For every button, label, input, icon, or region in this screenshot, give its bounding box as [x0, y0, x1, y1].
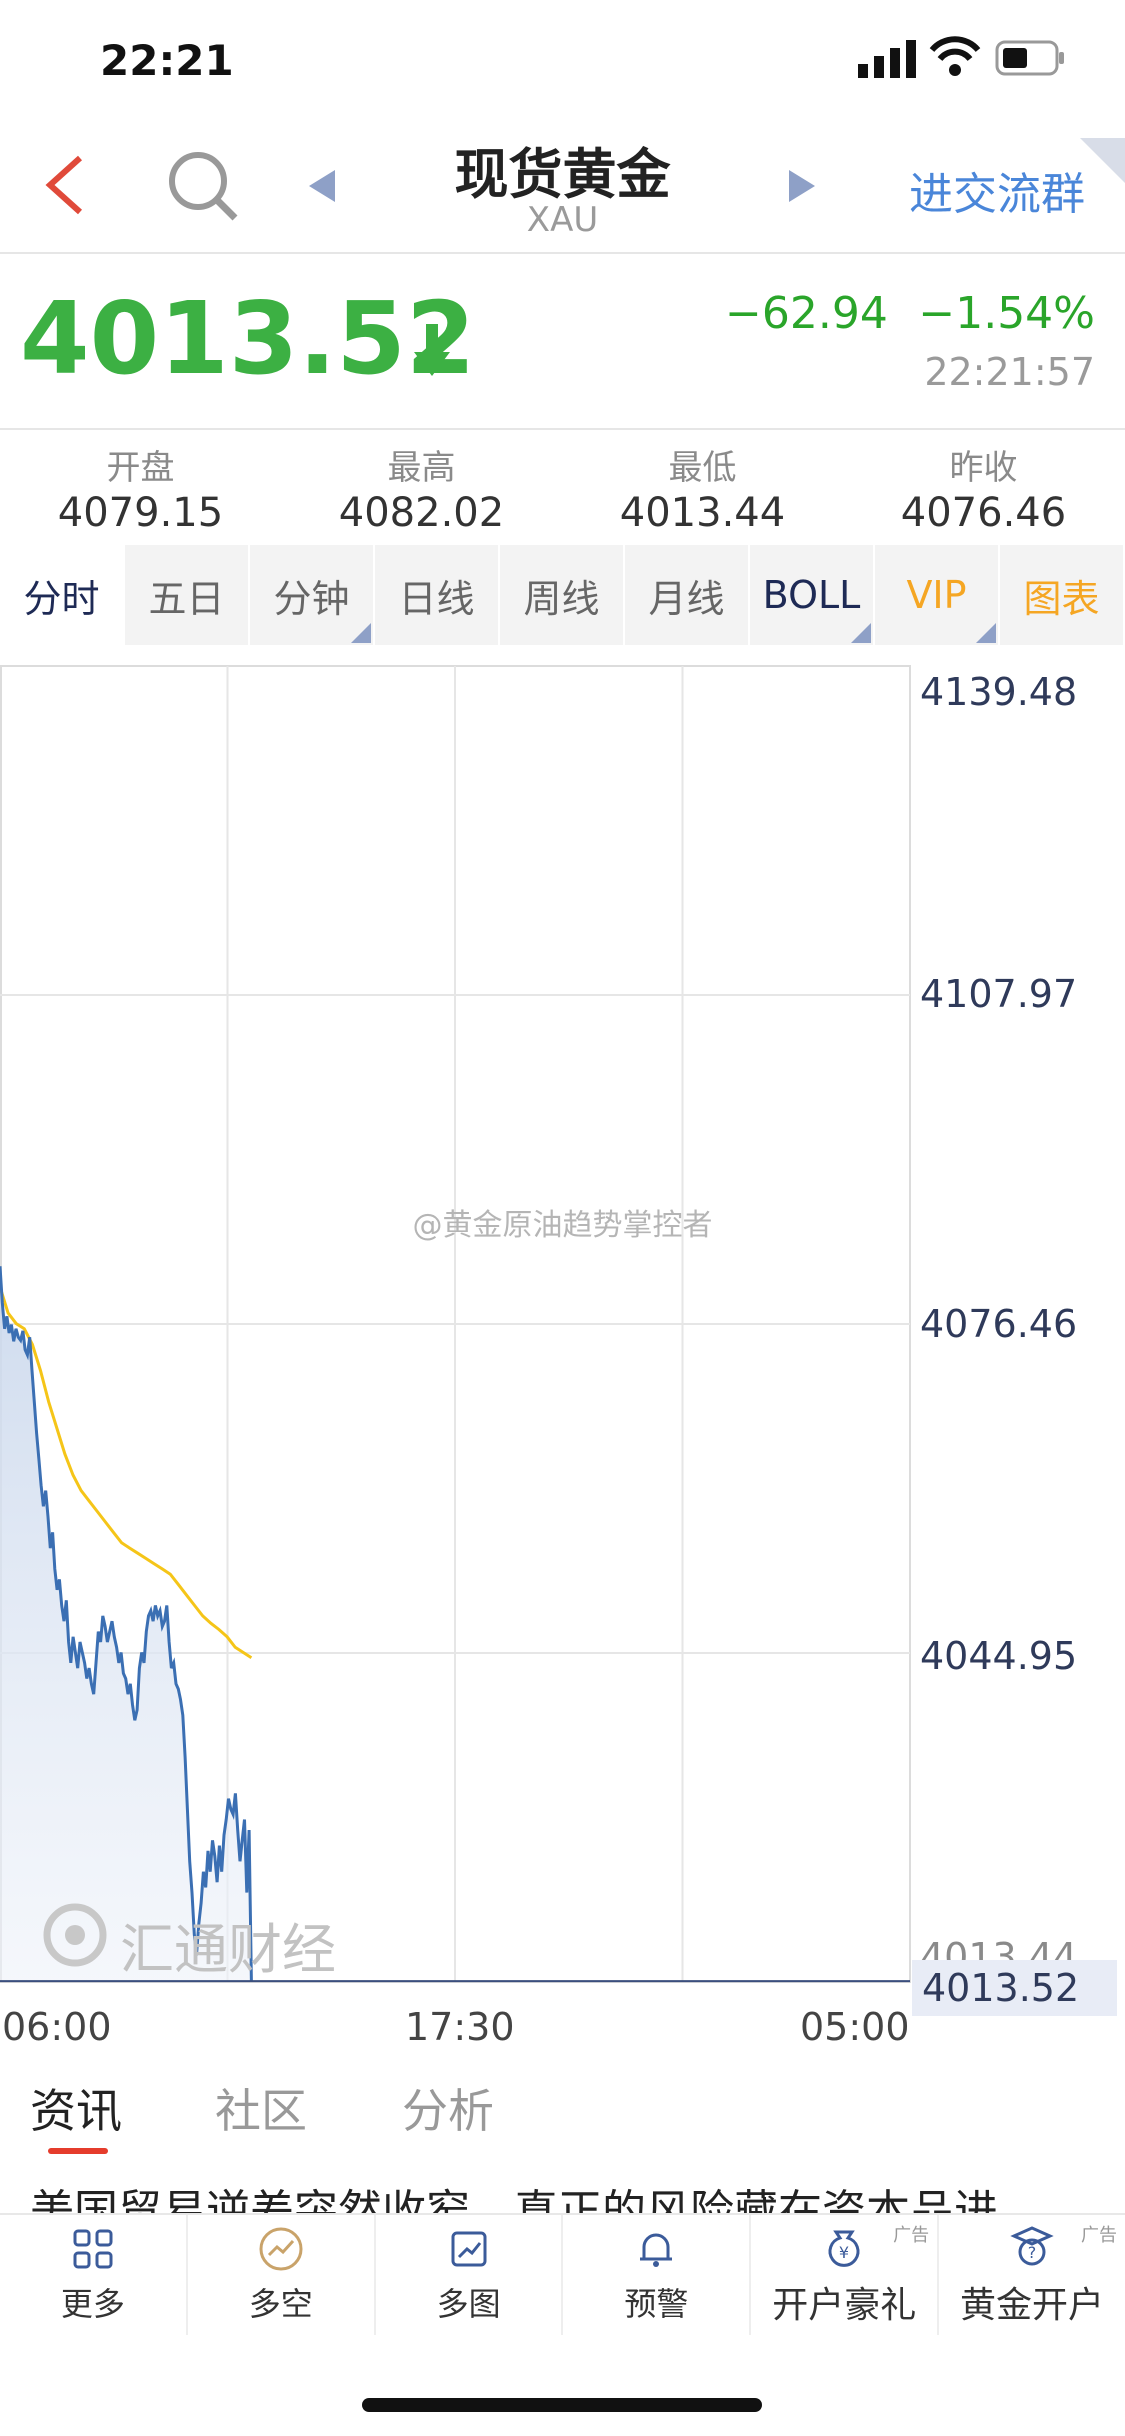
tab-label: 周线: [523, 576, 600, 621]
current-price: 4013.52: [20, 280, 476, 397]
chart-icon: [451, 2231, 487, 2267]
header-divider: [0, 252, 1125, 254]
tab-vip[interactable]: VIP: [875, 545, 1000, 645]
ad-badge: 广告: [893, 2225, 930, 2246]
chart-period-tabs: 分时 五日 分钟 日线 周线 月线 BOLL VIP 图表: [0, 545, 1125, 645]
stat-prev-close-value: 4076.46: [900, 490, 1067, 536]
dropdown-corner-icon: [976, 623, 996, 643]
price-change: −62.94: [725, 288, 888, 339]
bottom-label: 开户豪礼: [772, 2285, 917, 2326]
tab-daily[interactable]: 日线: [375, 545, 500, 645]
tab-weekly[interactable]: 周线: [500, 545, 625, 645]
bottom-gold-account-button[interactable]: 广告 ? 黄金开户: [939, 2215, 1125, 2335]
stat-high-label: 最高: [387, 448, 456, 488]
bottom-open-account-gift-button[interactable]: 广告 ¥ 开户豪礼: [751, 2215, 940, 2335]
grid-icon: [73, 2229, 113, 2269]
bottom-label: 预警: [624, 2285, 689, 2323]
bottom-multi-chart-button[interactable]: 多图: [376, 2215, 564, 2335]
money-bag-icon: ¥: [828, 2230, 860, 2267]
news-headline[interactable]: 美国贸易逆差突然收窄，真正的风险藏在资本品进: [30, 2175, 1100, 2215]
battery-icon: [995, 40, 1065, 80]
question-badge-icon: ?: [1010, 2226, 1054, 2266]
tab-label: 分钟: [273, 576, 350, 621]
quote-time: 22:21:57: [924, 350, 1095, 394]
stat-high-value: 4082.02: [338, 490, 505, 536]
y-tick-label: 4107.97: [920, 972, 1078, 1016]
tab-intraday[interactable]: 分时: [0, 545, 125, 645]
signal-icon: [858, 38, 920, 82]
svg-text:¥: ¥: [839, 2243, 849, 2262]
tab-label: 日线: [398, 576, 475, 621]
stat-prev-close-label: 昨收: [949, 448, 1018, 488]
active-tab-underline: [48, 2148, 108, 2154]
arrow-down-icon: [412, 322, 452, 382]
tab-label: 月线: [648, 576, 725, 621]
y-tick-label: 4044.95: [920, 1634, 1078, 1678]
tab-minute[interactable]: 分钟: [250, 545, 375, 645]
ad-badge: 广告: [1080, 2225, 1117, 2246]
next-symbol-button[interactable]: [785, 168, 819, 208]
tab-label: BOLL: [762, 573, 861, 617]
triangle-right-icon: [789, 170, 815, 202]
tab-community[interactable]: 社区: [215, 2075, 307, 2141]
bottom-label: 多空: [248, 2285, 313, 2323]
tab-five-day[interactable]: 五日: [125, 545, 250, 645]
x-tick-label: 17:30: [405, 2005, 515, 2049]
tab-analysis[interactable]: 分析: [402, 2075, 494, 2141]
brand-logo-icon: [40, 1900, 110, 1974]
tab-monthly[interactable]: 月线: [625, 545, 750, 645]
home-indicator: [362, 2398, 762, 2412]
bottom-label: 更多: [60, 2285, 125, 2323]
dropdown-corner-icon: [851, 623, 871, 643]
stat-low-label: 最低: [668, 448, 737, 488]
tab-boll[interactable]: BOLL: [750, 545, 875, 645]
bottom-more-button[interactable]: 更多: [0, 2215, 188, 2335]
stat-open-label: 开盘: [106, 448, 175, 488]
dropdown-corner-icon: [351, 623, 371, 643]
tab-label: VIP: [906, 573, 967, 617]
status-time: 22:21: [100, 36, 234, 85]
bottom-label: 多图: [436, 2285, 501, 2323]
bottom-alert-button[interactable]: 预警: [563, 2215, 752, 2335]
weibo-watermark: @黄金原油趋势掌控者: [412, 1208, 713, 1243]
join-group-link[interactable]: 进交流群: [909, 158, 1085, 222]
bottom-long-short-button[interactable]: 多空: [188, 2215, 376, 2335]
quote-divider: [0, 428, 1125, 430]
svg-text:?: ?: [1028, 2243, 1037, 2262]
y-tick-label: 4076.46: [920, 1302, 1078, 1346]
current-price-tag: 4013.52: [912, 1960, 1117, 2016]
price-change-percent: −1.54%: [918, 288, 1095, 339]
stat-open-value: 4079.15: [57, 490, 224, 536]
wifi-icon: [928, 34, 982, 82]
tab-label: 分时: [23, 576, 100, 621]
trend-circle-icon: [259, 2227, 303, 2271]
stat-low-value: 4013.44: [619, 490, 786, 536]
tab-label: 五日: [148, 576, 225, 621]
bottom-label: 黄金开户: [960, 2285, 1105, 2326]
tab-chart-settings[interactable]: 图表: [1000, 545, 1125, 645]
bottom-toolbar: 更多 多空 多图 预警 广告 ¥ 开户豪礼 广告 ? 黄金开户: [0, 2213, 1125, 2335]
y-tick-label: 4139.48: [920, 670, 1078, 714]
corner-ribbon-icon: [1080, 138, 1125, 187]
x-tick-label: 05:00: [800, 2005, 910, 2049]
brand-watermark: 汇通财经: [120, 1918, 336, 1981]
bell-icon: [640, 2233, 673, 2267]
x-tick-label: 06:00: [2, 2005, 112, 2049]
tab-news[interactable]: 资讯: [30, 2075, 122, 2141]
tab-label: 图表: [1023, 576, 1100, 621]
